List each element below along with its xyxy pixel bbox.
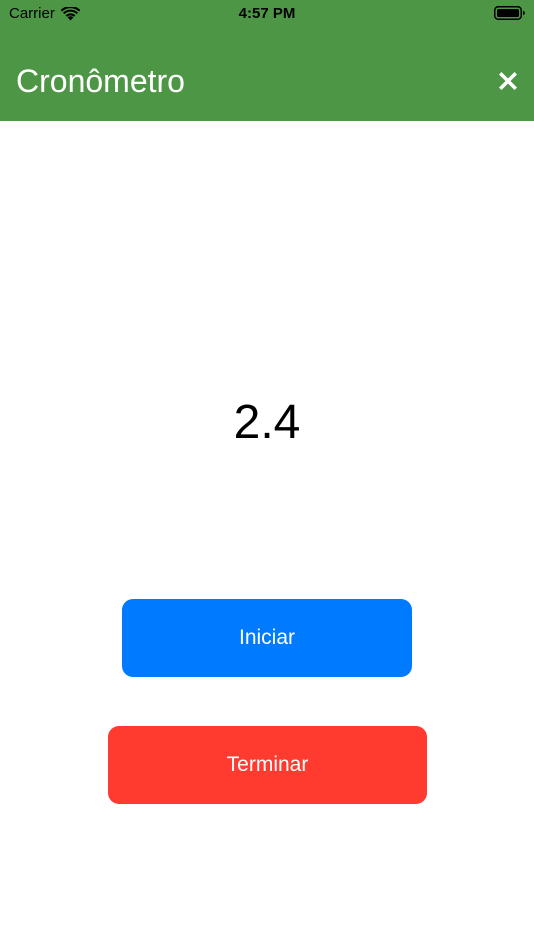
stop-button[interactable]: Terminar xyxy=(108,726,427,804)
start-button-label: Iniciar xyxy=(238,626,296,649)
battery-icon xyxy=(494,6,525,20)
app-header: Carrier 4:57 PM Cronômetro xyxy=(0,0,534,121)
start-button[interactable]: Iniciar xyxy=(122,599,412,677)
stop-button-label: Terminar xyxy=(226,753,309,776)
stopwatch-display: 2.4 xyxy=(233,396,301,449)
page-title: Cronômetro xyxy=(16,63,185,99)
close-icon[interactable] xyxy=(497,70,519,92)
status-bar: Carrier 4:57 PM xyxy=(0,0,534,28)
status-time: 4:57 PM xyxy=(238,5,296,22)
